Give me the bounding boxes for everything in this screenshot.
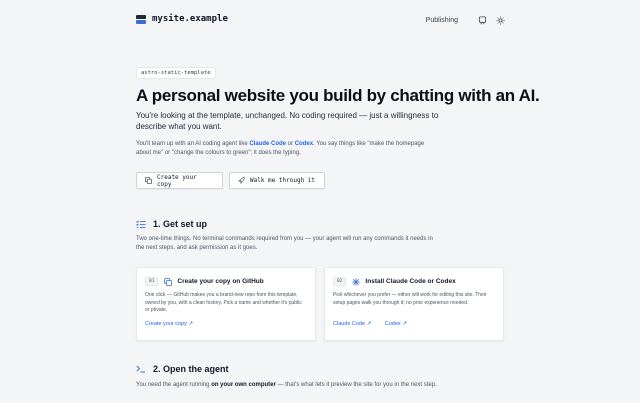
site-header: mysite.example Publishing bbox=[0, 0, 640, 40]
step-card-text: One click — GitHub makes you a brand-new… bbox=[145, 292, 302, 313]
hero-subtext-part: or bbox=[286, 141, 295, 147]
agent-desc-part: You need the agent running bbox=[136, 382, 212, 388]
agent-desc-emphasis: on your own computer bbox=[211, 382, 276, 388]
github-icon[interactable] bbox=[476, 14, 488, 26]
hero-subtext-part: You'll team up with an AI coding agent l… bbox=[136, 141, 250, 147]
claude-code-install-link[interactable]: Claude Code ↗ bbox=[333, 321, 371, 327]
step-card-title: Install Claude Code or Codex bbox=[365, 278, 456, 285]
walk-through-label: Walk me through it bbox=[250, 177, 316, 184]
setup-section-heading: 1. Get set up bbox=[136, 219, 207, 229]
hero-title: A personal website you build by chatting… bbox=[136, 86, 540, 105]
create-copy-link[interactable]: Create your copy ↗ bbox=[145, 321, 193, 327]
step-number: 01 bbox=[145, 277, 159, 286]
step-number: 02 bbox=[333, 277, 347, 286]
setup-section-title: 1. Get set up bbox=[153, 219, 208, 229]
rocket-icon bbox=[238, 177, 245, 184]
agent-desc-part: — that's what lets it preview the site f… bbox=[275, 382, 437, 388]
create-copy-button[interactable]: Create your copy bbox=[136, 172, 223, 189]
step-card-text: Pick whichever you prefer — either will … bbox=[333, 292, 487, 306]
top-nav: Publishing bbox=[426, 14, 506, 26]
site-brand-link[interactable]: mysite.example bbox=[136, 14, 228, 24]
step-card-install: 02 Install Claude Code or Codex Pick whi… bbox=[324, 267, 504, 341]
step-card-header: 02 Install Claude Code or Codex bbox=[333, 277, 495, 286]
codex-link[interactable]: Codex bbox=[295, 141, 313, 147]
step-card-links: Create your copy ↗ bbox=[145, 321, 307, 327]
walk-through-button[interactable]: Walk me through it bbox=[229, 172, 325, 189]
create-copy-label: Create your copy bbox=[157, 173, 197, 188]
hero-subtext: You'll team up with an AI coding agent l… bbox=[136, 140, 426, 158]
theme-toggle-sun-icon[interactable] bbox=[494, 14, 506, 26]
agent-section-description: You need the agent running on your own c… bbox=[136, 381, 446, 390]
sparkle-icon bbox=[352, 277, 361, 286]
agent-section-title: 2. Open the agent bbox=[153, 364, 229, 374]
agent-section-heading: 2. Open the agent bbox=[136, 364, 229, 374]
step-card-title: Create your copy on GitHub bbox=[177, 278, 264, 285]
step-card-header: 01 Create your copy on GitHub bbox=[145, 277, 307, 286]
copy-icon bbox=[145, 177, 152, 184]
step-card-github: 01 Create your copy on GitHub One click … bbox=[136, 267, 316, 341]
claude-code-link[interactable]: Claude Code bbox=[249, 141, 286, 147]
setup-section-description: Two one-time things. No terminal command… bbox=[136, 236, 433, 251]
nav-publishing-link[interactable]: Publishing bbox=[426, 17, 458, 24]
codex-install-link[interactable]: Codex ↗ bbox=[385, 321, 407, 327]
hero-lead: You're looking at the template, unchange… bbox=[136, 111, 439, 131]
template-tag: astro-static-template bbox=[136, 67, 216, 79]
step-card-links: Claude Code ↗ Codex ↗ bbox=[333, 321, 495, 327]
site-name: mysite.example bbox=[152, 14, 228, 24]
checklist-icon bbox=[136, 219, 146, 229]
site-logo-icon bbox=[136, 14, 146, 24]
terminal-prompt-icon bbox=[136, 364, 146, 374]
copy-icon bbox=[164, 277, 173, 286]
